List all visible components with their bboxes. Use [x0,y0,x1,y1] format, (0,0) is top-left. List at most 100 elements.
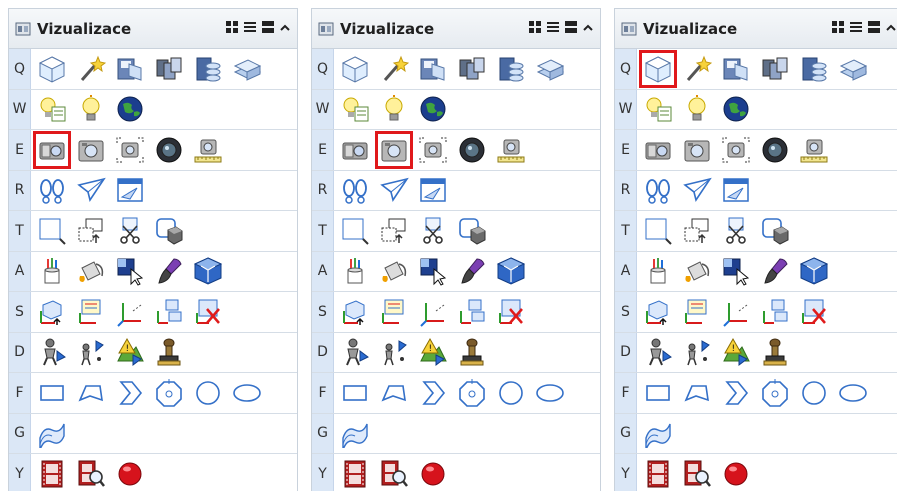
axis-box-icon[interactable] [339,296,371,328]
camera-target-icon[interactable] [114,134,146,166]
film-search-icon[interactable] [75,458,107,490]
footsteps-icon[interactable] [642,174,674,206]
paint-brush-icon[interactable] [456,255,488,287]
paint-select-icon[interactable] [720,255,752,287]
paint-bucket-color-icon[interactable] [642,255,674,287]
film-search-icon[interactable] [681,458,713,490]
save-layers-icon[interactable] [798,53,830,85]
multi-view-icon[interactable] [759,53,791,85]
axis-delete-icon[interactable] [192,296,224,328]
paint-brush-icon[interactable] [759,255,791,287]
person-point-icon[interactable] [378,336,410,368]
list-view-icon[interactable] [849,19,863,38]
paper-plane-icon[interactable] [378,174,410,206]
axis-box-icon[interactable] [642,296,674,328]
surface-icon[interactable] [339,417,371,449]
chevron-shape-icon[interactable] [114,377,146,409]
detail-view-icon[interactable] [564,19,578,38]
terrain-warning-icon[interactable]: ! [720,336,752,368]
axis-duplicate-icon[interactable] [153,296,185,328]
axis-list-icon[interactable] [681,296,713,328]
person-point-icon[interactable] [75,336,107,368]
record-icon[interactable] [114,458,146,490]
axis-duplicate-icon[interactable] [456,296,488,328]
axis-duplicate-icon[interactable] [759,296,791,328]
grid-view-icon[interactable] [528,19,542,38]
cube-render-icon[interactable] [798,255,830,287]
magic-wand-icon[interactable] [378,53,410,85]
film-strip-icon[interactable] [36,458,68,490]
light-bulb-icon[interactable] [75,93,107,125]
footsteps-icon[interactable] [36,174,68,206]
footsteps-icon[interactable] [339,174,371,206]
paint-bucket-icon[interactable] [681,255,713,287]
paint-bucket-icon[interactable] [378,255,410,287]
camera-frame-icon[interactable] [375,130,413,169]
clip-arrow-icon[interactable] [378,215,410,247]
chevron-shape-icon[interactable] [417,377,449,409]
clip-box-icon[interactable] [642,215,674,247]
stack-icon[interactable] [534,53,566,85]
globe-icon[interactable] [720,93,752,125]
cube-render-icon[interactable] [192,255,224,287]
stamp-icon[interactable] [456,336,488,368]
save-view-icon[interactable] [720,53,752,85]
clip-cube-icon[interactable] [759,215,791,247]
axis-box-icon[interactable] [36,296,68,328]
polygon-shape-icon[interactable] [378,377,410,409]
grid-view-icon[interactable] [225,19,239,38]
grid-view-icon[interactable] [831,19,845,38]
chevron-shape-icon[interactable] [720,377,752,409]
paint-brush-icon[interactable] [153,255,185,287]
axis-delete-icon[interactable] [798,296,830,328]
light-list-icon[interactable] [36,93,68,125]
collapse-icon[interactable] [279,19,291,38]
record-icon[interactable] [720,458,752,490]
ellipse-shape-icon[interactable] [231,377,263,409]
window-plane-icon[interactable] [720,174,752,206]
box-shaded-icon[interactable] [339,53,371,85]
save-view-icon[interactable] [114,53,146,85]
octagon-shape-icon[interactable] [153,377,185,409]
axis-plain-icon[interactable] [417,296,449,328]
stamp-icon[interactable] [153,336,185,368]
polygon-shape-icon[interactable] [681,377,713,409]
clip-box-icon[interactable] [36,215,68,247]
circle-shape-icon[interactable] [798,377,830,409]
axis-list-icon[interactable] [75,296,107,328]
camera-lens-icon[interactable] [456,134,488,166]
surface-icon[interactable] [642,417,674,449]
camera-target-icon[interactable] [417,134,449,166]
rectangle-shape-icon[interactable] [339,377,371,409]
camera-frame-icon[interactable] [681,134,713,166]
box-shaded-icon[interactable] [639,49,677,88]
axis-delete-icon[interactable] [495,296,527,328]
person-point-icon[interactable] [681,336,713,368]
light-bulb-icon[interactable] [378,93,410,125]
clip-cut-icon[interactable] [417,215,449,247]
window-plane-icon[interactable] [114,174,146,206]
film-search-icon[interactable] [378,458,410,490]
clip-cut-icon[interactable] [720,215,752,247]
save-layers-icon[interactable] [495,53,527,85]
octagon-shape-icon[interactable] [456,377,488,409]
axis-list-icon[interactable] [378,296,410,328]
magic-wand-icon[interactable] [75,53,107,85]
rectangle-shape-icon[interactable] [642,377,674,409]
window-plane-icon[interactable] [417,174,449,206]
terrain-warning-icon[interactable]: ! [114,336,146,368]
paint-bucket-color-icon[interactable] [36,255,68,287]
camera-icon[interactable] [33,130,71,169]
paint-select-icon[interactable] [114,255,146,287]
paint-select-icon[interactable] [417,255,449,287]
record-icon[interactable] [417,458,449,490]
axis-plain-icon[interactable] [114,296,146,328]
clip-cut-icon[interactable] [114,215,146,247]
paper-plane-icon[interactable] [681,174,713,206]
film-strip-icon[interactable] [339,458,371,490]
light-list-icon[interactable] [642,93,674,125]
list-view-icon[interactable] [546,19,560,38]
multi-view-icon[interactable] [153,53,185,85]
globe-icon[interactable] [417,93,449,125]
stack-icon[interactable] [231,53,263,85]
